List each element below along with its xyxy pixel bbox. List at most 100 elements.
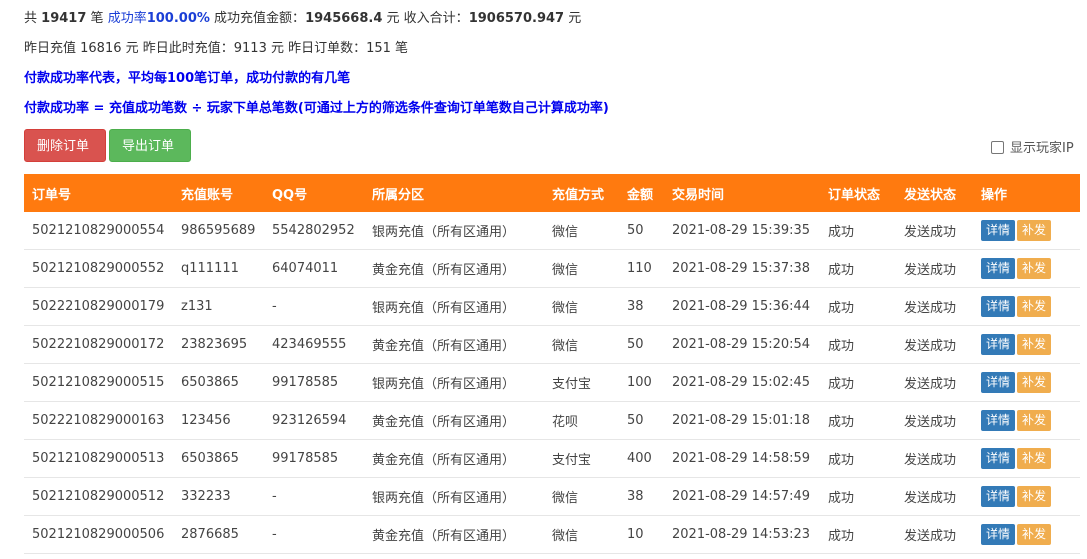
cell-send-status: 发送成功 bbox=[896, 212, 973, 250]
cell-send-status: 发送成功 bbox=[896, 287, 973, 326]
cell-amount: 400 bbox=[619, 439, 664, 478]
cell-method: 微信 bbox=[544, 249, 619, 288]
cell-actions: 详情 补发 bbox=[973, 212, 1080, 250]
detail-button[interactable]: 详情 bbox=[981, 486, 1016, 507]
amount-unit: 元 bbox=[386, 11, 400, 26]
table-header-row: 订单号 充值账号 QQ号 所属分区 充值方式 金额 交易时间 订单状态 发送状态… bbox=[24, 174, 1080, 212]
detail-button[interactable]: 详情 bbox=[981, 524, 1016, 545]
cell-qq: 5542802952 bbox=[264, 212, 364, 250]
resend-button[interactable]: 补发 bbox=[1017, 258, 1052, 279]
cell-time: 2021-08-29 14:57:49 bbox=[664, 477, 820, 516]
cell-order-no: 5022210829000179 bbox=[24, 287, 173, 326]
cell-order-no: 5021210829000552 bbox=[24, 249, 173, 288]
cell-send-status: 发送成功 bbox=[896, 363, 973, 402]
cell-order-status: 成功 bbox=[820, 363, 896, 402]
rate-label: 成功率 bbox=[107, 11, 147, 26]
detail-button[interactable]: 详情 bbox=[981, 448, 1016, 469]
cell-qq: 64074011 bbox=[264, 249, 364, 288]
cell-order-status: 成功 bbox=[820, 401, 896, 440]
cell-zone: 黄金充值（所有区通用） bbox=[364, 515, 544, 554]
table-row: 5022210829000172 23823695 423469555 黄金充值（所有… bbox=[24, 325, 1080, 364]
cell-actions: 详情 补发 bbox=[973, 287, 1080, 326]
cell-method: 花呗 bbox=[544, 401, 619, 440]
table-row: 5022210829000179 z131- 银两充值（所有区通用） 微信 38 2021… bbox=[24, 287, 1080, 326]
cell-qq: - bbox=[264, 287, 364, 326]
cell-qq: 423469555 bbox=[264, 325, 364, 364]
detail-button[interactable]: 详情 bbox=[981, 372, 1016, 393]
table-row: 5021210829000506 2876685- 黄金充值（所有区通用） 微信 10 2… bbox=[24, 515, 1080, 554]
resend-button[interactable]: 补发 bbox=[1017, 524, 1052, 545]
header-actions: 操作 bbox=[973, 174, 1080, 212]
resend-button[interactable]: 补发 bbox=[1017, 486, 1052, 507]
table-row: 5021210829000554 986595689 5542802952 银两充值（… bbox=[24, 212, 1080, 250]
resend-button[interactable]: 补发 bbox=[1017, 372, 1052, 393]
cell-order-status: 成功 bbox=[820, 439, 896, 478]
cell-amount: 110 bbox=[619, 249, 664, 288]
table-row: 5021210829000515 6503865 99178585 银两充值（所有区通… bbox=[24, 363, 1080, 402]
cell-order-no: 5021210829000515 bbox=[24, 363, 173, 402]
summary-line: 共 19417 笔 成功率100.00% 成功充值金额：1945668.4 元 … bbox=[24, 10, 581, 28]
orders-table: 订单号 充值账号 QQ号 所属分区 充值方式 金额 交易时间 订单状态 发送状态… bbox=[24, 174, 1080, 554]
show-ip-checkbox[interactable] bbox=[991, 141, 1004, 154]
table-row: 5021210829000552 q111111 64074011 黄金充值（所有区通… bbox=[24, 249, 1080, 288]
resend-button[interactable]: 补发 bbox=[1017, 296, 1052, 317]
detail-button[interactable]: 详情 bbox=[981, 220, 1016, 241]
cell-zone: 银两充值（所有区通用） bbox=[364, 477, 544, 516]
cell-account: 6503865 bbox=[173, 363, 264, 402]
note-line-2: 付款成功率 = 充值成功笔数 ÷ 玩家下单总笔数(可通过上方的筛选条件查询订单笔… bbox=[24, 101, 609, 116]
table-row: 5021210829000512 332233- 银两充值（所有区通用） 微信 38 20… bbox=[24, 477, 1080, 516]
total-count: 19417 bbox=[41, 11, 87, 26]
export-orders-button[interactable]: 导出订单 bbox=[109, 129, 191, 162]
header-time: 交易时间 bbox=[664, 174, 820, 212]
cell-time: 2021-08-29 15:36:44 bbox=[664, 287, 820, 326]
cell-account: 986595689 bbox=[173, 212, 264, 250]
detail-button[interactable]: 详情 bbox=[981, 410, 1016, 431]
cell-order-no: 5021210829000513 bbox=[24, 439, 173, 478]
cell-account: z131 bbox=[173, 287, 264, 326]
cell-zone: 黄金充值（所有区通用） bbox=[364, 439, 544, 478]
cell-actions: 详情 补发 bbox=[973, 439, 1080, 478]
cell-time: 2021-08-29 15:37:38 bbox=[664, 249, 820, 288]
detail-button[interactable]: 详情 bbox=[981, 296, 1016, 317]
header-send-status: 发送状态 bbox=[896, 174, 973, 212]
detail-button[interactable]: 详情 bbox=[981, 334, 1016, 355]
cell-qq: - bbox=[264, 477, 364, 516]
delete-orders-button[interactable]: 删除订单 bbox=[24, 129, 106, 162]
cell-method: 微信 bbox=[544, 212, 619, 250]
cell-amount: 100 bbox=[619, 363, 664, 402]
show-ip-toggle[interactable]: 显示玩家IP bbox=[991, 140, 1074, 158]
income-value: 1906570.947 bbox=[468, 11, 565, 26]
cell-time: 2021-08-29 15:20:54 bbox=[664, 325, 820, 364]
header-order-no: 订单号 bbox=[24, 174, 173, 212]
cell-method: 微信 bbox=[544, 325, 619, 364]
detail-button[interactable]: 详情 bbox=[981, 258, 1016, 279]
order-page: 共 19417 笔 成功率100.00% 成功充值金额：1945668.4 元 … bbox=[0, 0, 1087, 559]
cell-order-status: 成功 bbox=[820, 249, 896, 288]
cell-order-status: 成功 bbox=[820, 325, 896, 364]
cell-amount: 10 bbox=[619, 515, 664, 554]
cell-order-no: 5021210829000506 bbox=[24, 515, 173, 554]
cell-order-status: 成功 bbox=[820, 515, 896, 554]
cell-send-status: 发送成功 bbox=[896, 515, 973, 554]
cell-account: 2876685 bbox=[173, 515, 264, 554]
cell-method: 微信 bbox=[544, 287, 619, 326]
cell-amount: 50 bbox=[619, 401, 664, 440]
header-order-status: 订单状态 bbox=[820, 174, 896, 212]
resend-button[interactable]: 补发 bbox=[1017, 334, 1052, 355]
cell-method: 支付宝 bbox=[544, 439, 619, 478]
header-account: 充值账号 bbox=[173, 174, 264, 212]
cell-method: 微信 bbox=[544, 477, 619, 516]
cell-order-status: 成功 bbox=[820, 287, 896, 326]
cell-actions: 详情 补发 bbox=[973, 401, 1080, 440]
resend-button[interactable]: 补发 bbox=[1017, 410, 1052, 431]
cell-time: 2021-08-29 14:58:59 bbox=[664, 439, 820, 478]
cell-qq: 99178585 bbox=[264, 363, 364, 402]
cell-order-no: 5021210829000512 bbox=[24, 477, 173, 516]
cell-send-status: 发送成功 bbox=[896, 325, 973, 364]
cell-send-status: 发送成功 bbox=[896, 249, 973, 288]
summary-prefix: 共 bbox=[24, 11, 38, 26]
cell-actions: 详情 补发 bbox=[973, 477, 1080, 516]
resend-button[interactable]: 补发 bbox=[1017, 448, 1052, 469]
cell-method: 支付宝 bbox=[544, 363, 619, 402]
resend-button[interactable]: 补发 bbox=[1017, 220, 1052, 241]
